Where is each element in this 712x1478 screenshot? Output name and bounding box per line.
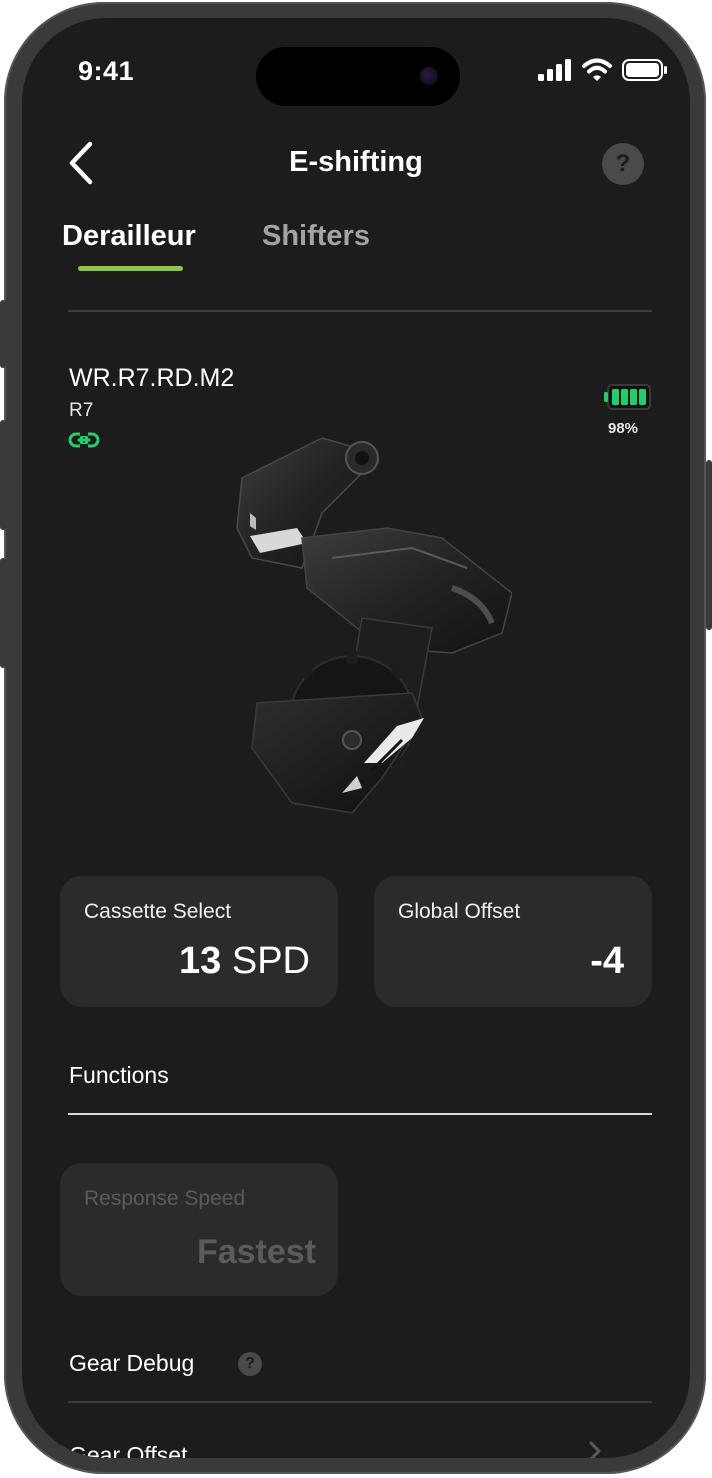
side-button-right	[706, 460, 712, 630]
device-name: WR.R7.RD.M2	[69, 364, 235, 392]
global-offset-label: Global Offset	[398, 900, 521, 923]
link-icon	[68, 432, 100, 448]
help-button[interactable]: ?	[602, 143, 644, 185]
app-screen: 9:41 E-shifting ? Derailleur Shifters WR…	[22, 18, 690, 1458]
functions-title: Functions	[69, 1062, 169, 1088]
cellular-signal-icon	[538, 59, 571, 81]
global-offset-card[interactable]: Global Offset -4	[374, 876, 652, 1007]
cassette-speed-number: 13	[179, 940, 222, 982]
gear-offset-row[interactable]: Gear Offset	[69, 1442, 187, 1458]
tab-derailleur[interactable]: Derailleur	[62, 220, 196, 253]
response-speed-value: Fastest	[196, 1233, 316, 1271]
status-time: 9:41	[78, 56, 135, 86]
side-button-left-1	[0, 300, 6, 368]
side-button-left-2	[0, 420, 6, 530]
gear-debug-divider	[68, 1401, 652, 1403]
gear-debug-help-button[interactable]: ?	[238, 1352, 262, 1376]
page-title: E-shifting	[289, 146, 423, 178]
cassette-select-value: 13 SPD	[179, 940, 310, 983]
chevron-right-icon	[589, 1441, 601, 1458]
tabs-divider	[68, 310, 652, 312]
response-speed-label: Response Speed	[84, 1187, 246, 1210]
derailleur-image	[236, 437, 512, 814]
global-offset-value: -4	[590, 940, 624, 982]
tab-shifters[interactable]: Shifters	[262, 220, 370, 253]
cassette-speed-unit: SPD	[221, 940, 310, 982]
device-battery-percent: 98%	[608, 420, 639, 437]
battery-status-icon	[622, 59, 667, 81]
device-battery-icon	[604, 384, 651, 410]
camera-icon	[420, 67, 438, 85]
status-icons	[538, 58, 668, 82]
cassette-select-label: Cassette Select	[84, 900, 232, 923]
functions-divider	[68, 1113, 652, 1115]
active-tab-indicator	[78, 266, 183, 271]
device-model: R7	[69, 400, 94, 421]
cassette-select-card[interactable]: Cassette Select 13 SPD	[60, 876, 338, 1007]
response-speed-card[interactable]: Response Speed Fastest	[60, 1163, 338, 1296]
dynamic-island	[256, 47, 460, 106]
side-button-left-3	[0, 558, 6, 668]
gear-debug-title: Gear Debug	[69, 1350, 195, 1376]
wifi-icon	[582, 58, 612, 81]
